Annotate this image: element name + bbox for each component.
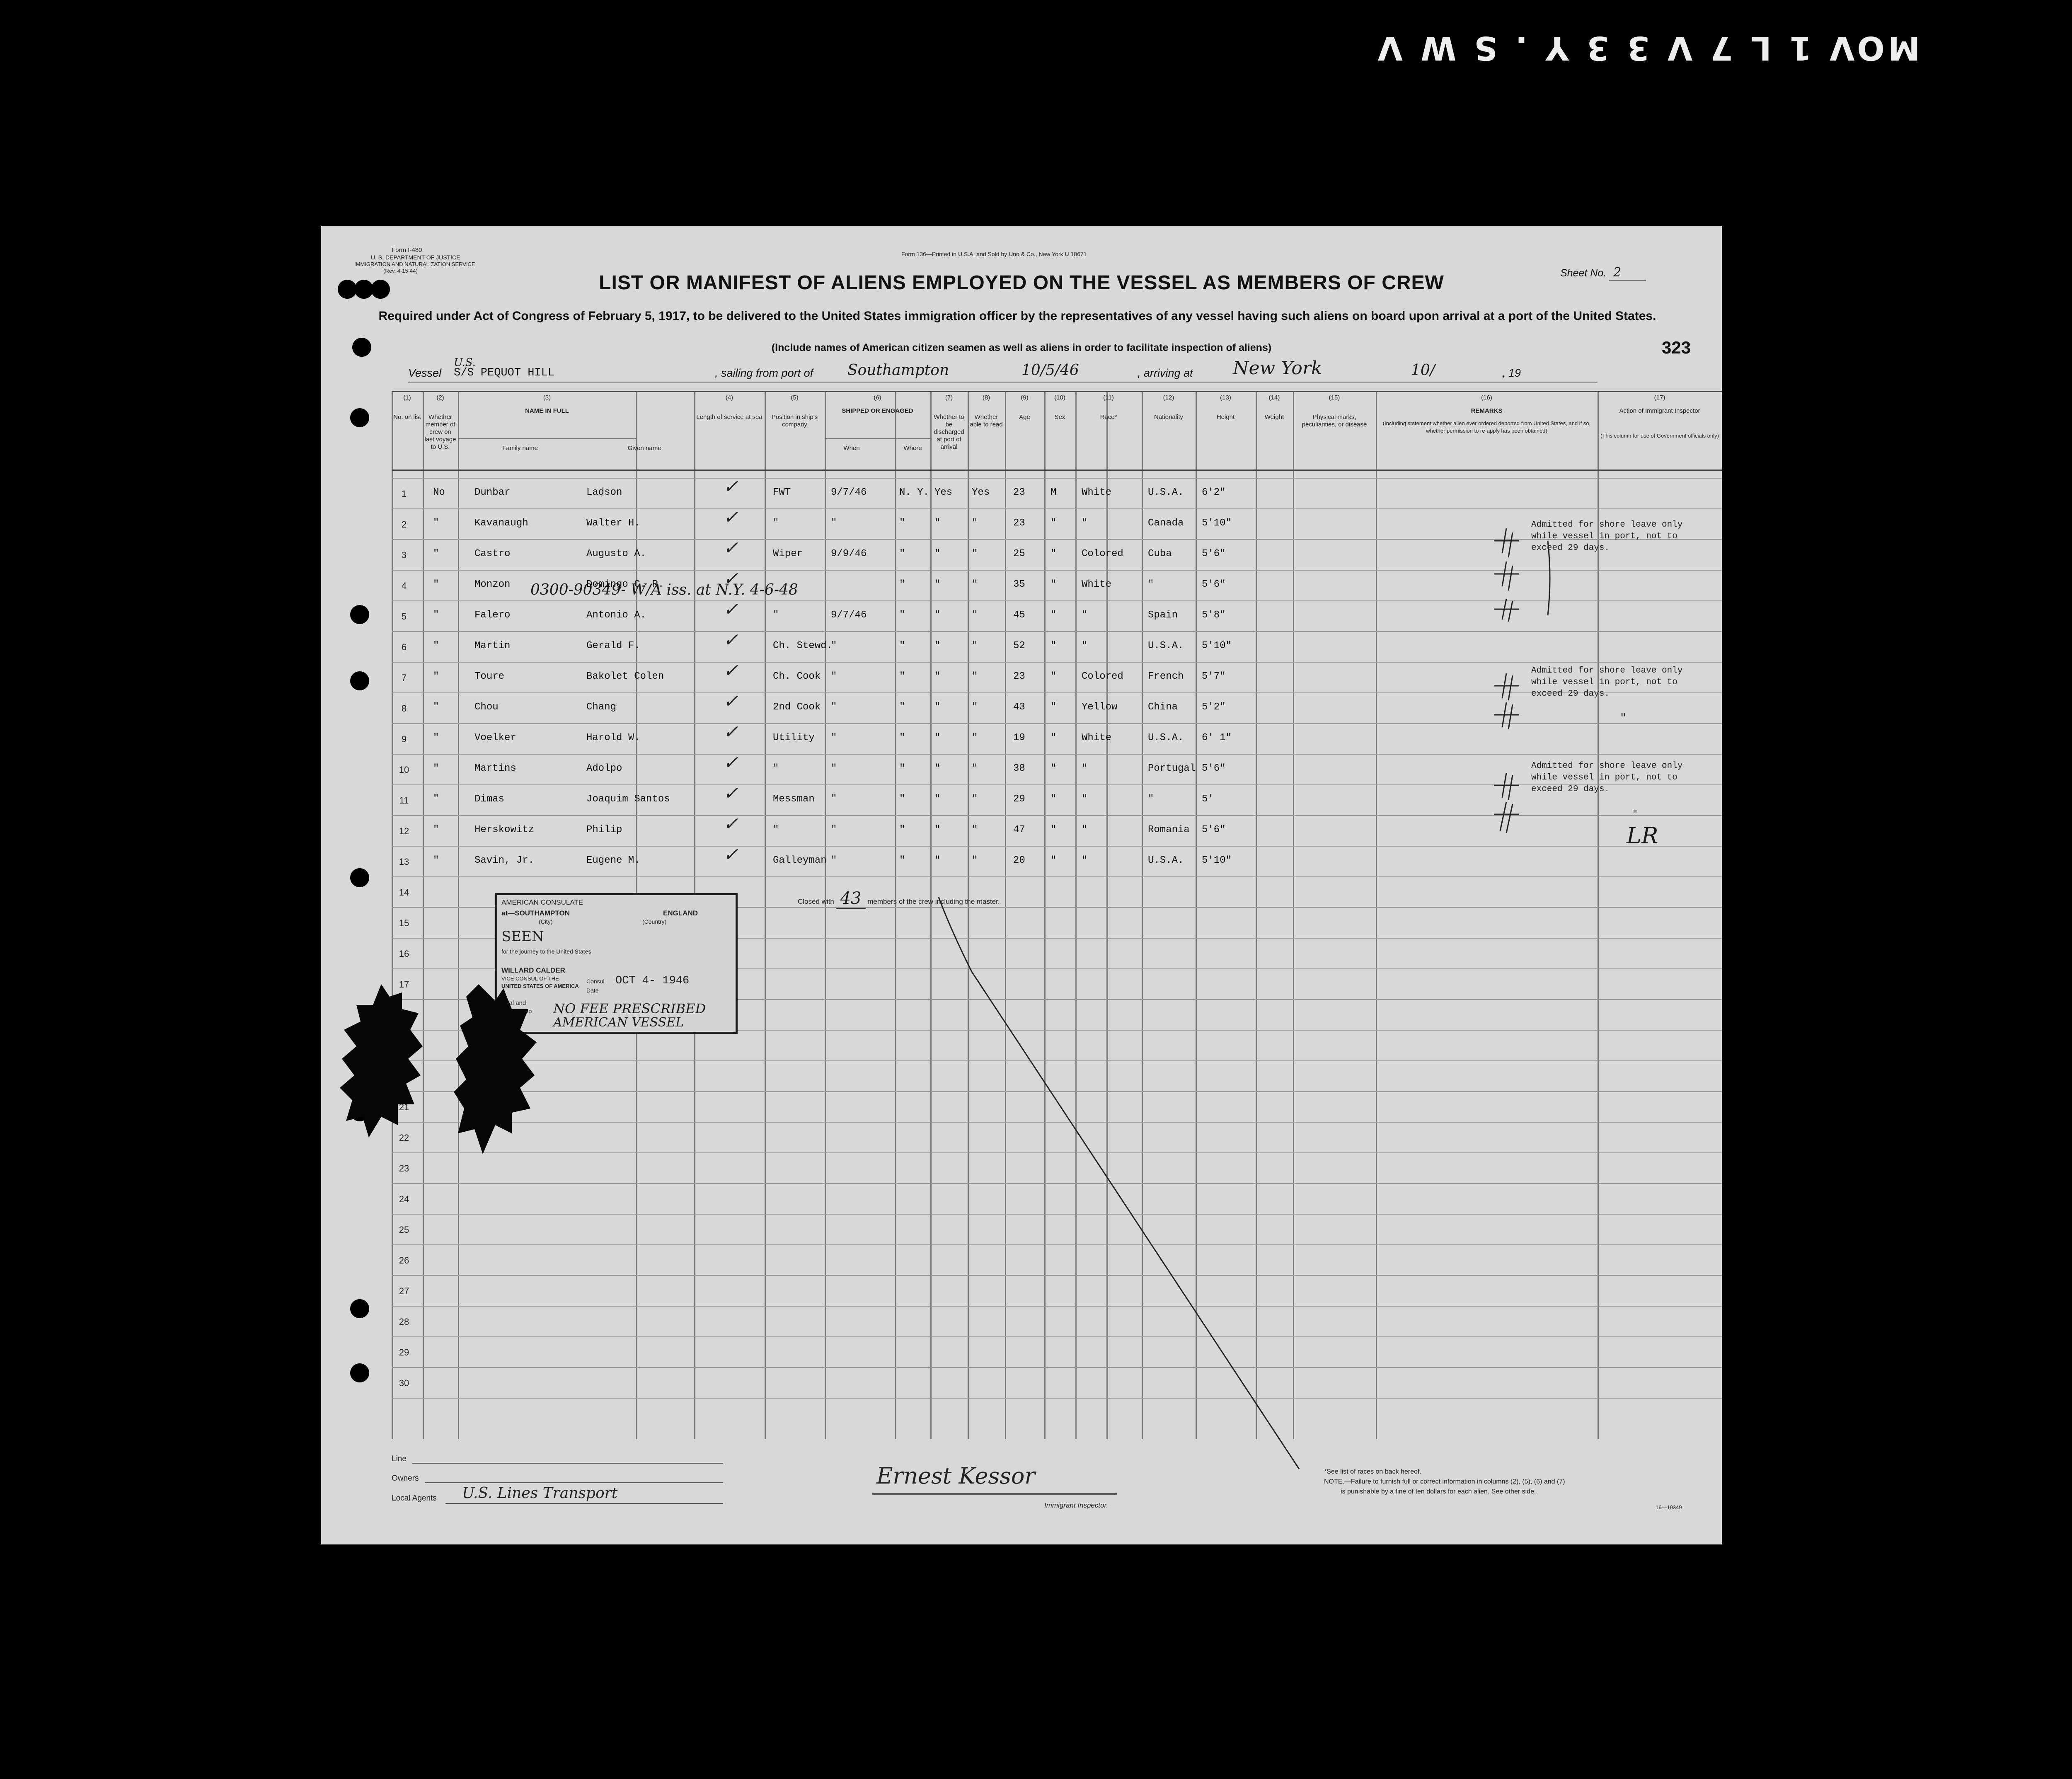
embossed-seal xyxy=(340,984,423,1138)
ditto-mark: " xyxy=(1633,808,1638,820)
inspector-initials: LR xyxy=(1627,823,1658,849)
film-frame-code: MOV 1 L 7 V 3 3 Y . S W V xyxy=(1374,29,1920,66)
footer-note-3: is punishable by a fine of ten dollars f… xyxy=(1341,1488,1536,1495)
inspector-marks xyxy=(1494,528,1551,833)
form-code: 16—19349 xyxy=(1656,1504,1682,1510)
agents-label: Local Agents xyxy=(392,1494,437,1503)
inspector-signature: Ernest Kessor xyxy=(876,1463,1036,1489)
line-label: Line xyxy=(392,1455,407,1463)
footer-note-2: NOTE.—Failure to furnish full or correct… xyxy=(1324,1478,1565,1485)
ditto-mark: " xyxy=(1620,711,1626,725)
owners-label: Owners xyxy=(392,1474,419,1483)
footer-note-1: *See list of races on back hereof. xyxy=(1324,1468,1421,1475)
agents-value: U.S. Lines Transport xyxy=(462,1485,618,1502)
inspector-label: Immigrant Inspector. xyxy=(1044,1501,1109,1509)
manifest-sheet: Form I-480 U. S. DEPARTMENT OF JUSTICE I… xyxy=(321,226,1722,1544)
stamp-hand-note-1: NO FEE PRESCRIBED xyxy=(553,1001,706,1017)
embossed-seal xyxy=(454,984,537,1154)
stamp-hand-note-2: AMERICAN VESSEL xyxy=(553,1015,684,1030)
stamp-date: OCT 4- 1946 xyxy=(615,975,690,987)
cancel-diagonal-line xyxy=(938,897,1300,1469)
seen-mark: SEEN xyxy=(501,928,544,945)
